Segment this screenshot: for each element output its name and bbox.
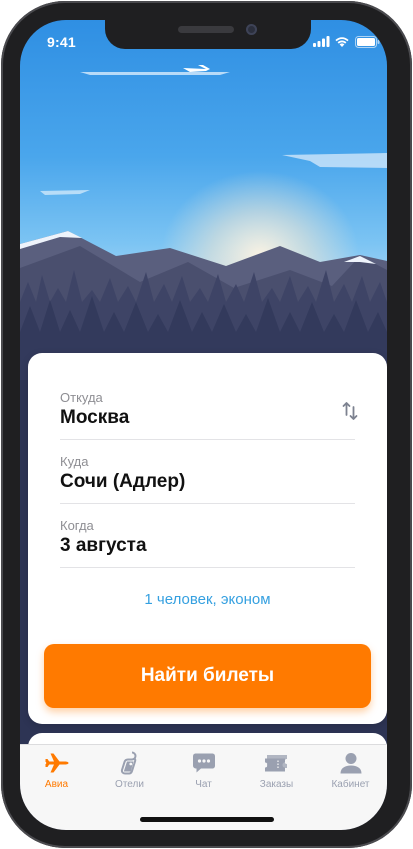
date-label: Когда <box>60 518 94 533</box>
to-label: Куда <box>60 454 89 469</box>
from-value: Москва <box>60 407 130 428</box>
speaker-grille <box>178 26 234 33</box>
flight-search-card: Откуда Москва Куда Сочи (Адлер) Когда 3 … <box>28 353 387 724</box>
tab-avia[interactable]: Авиа <box>20 751 93 801</box>
battery-icon <box>355 36 380 48</box>
divider <box>60 503 355 504</box>
divider <box>60 439 355 440</box>
front-camera <box>246 24 257 35</box>
status-time: 9:41 <box>47 34 76 50</box>
cloud <box>80 72 230 75</box>
passengers-class-link[interactable]: 1 человек, эконом <box>28 591 387 608</box>
tab-label: Заказы <box>259 779 294 790</box>
tab-hotels[interactable]: Отели <box>93 751 166 801</box>
airplane-icon <box>45 753 68 773</box>
wifi-icon <box>335 37 349 47</box>
tab-label: Отели <box>115 779 144 790</box>
cloud <box>40 190 90 195</box>
divider <box>60 567 355 568</box>
signal-icon <box>313 36 330 47</box>
date-field[interactable]: Когда 3 августа <box>60 518 355 558</box>
mountain-landscape <box>20 65 387 380</box>
find-tickets-button[interactable]: Найти билеты <box>44 644 371 708</box>
tab-label: Авиа <box>44 779 69 790</box>
tab-chat[interactable]: Чат <box>167 751 240 801</box>
airplane-silhouette <box>183 65 210 72</box>
tab-label: Кабинет <box>331 779 370 790</box>
from-label: Откуда <box>60 390 103 405</box>
swap-direction-icon[interactable] <box>342 401 358 421</box>
chat-icon <box>192 753 215 773</box>
tab-orders[interactable]: Заказы <box>240 751 313 801</box>
tickets-icon <box>264 755 287 772</box>
to-field[interactable]: Куда Сочи (Адлер) <box>60 454 355 494</box>
from-field[interactable]: Откуда Москва <box>60 390 355 430</box>
profile-icon <box>340 753 361 774</box>
device-notch <box>105 20 311 49</box>
tab-profile[interactable]: Кабинет <box>314 751 387 801</box>
phone-frame: 9:41 Откуда Москва Куда Сочи (Адлер) Ког… <box>1 1 412 848</box>
cloud <box>282 153 387 168</box>
home-indicator[interactable] <box>140 817 274 822</box>
hotel-tag-icon <box>120 751 136 775</box>
to-value: Сочи (Адлер) <box>60 471 186 492</box>
app-screen: 9:41 Откуда Москва Куда Сочи (Адлер) Ког… <box>20 20 387 830</box>
tab-label: Чат <box>195 779 212 790</box>
date-value: 3 августа <box>60 535 147 556</box>
